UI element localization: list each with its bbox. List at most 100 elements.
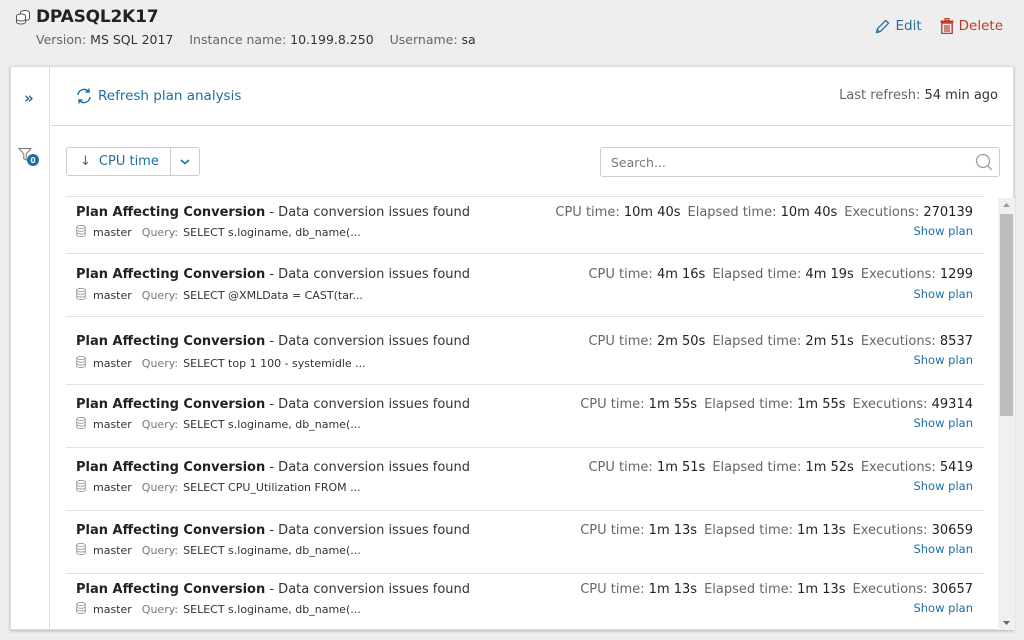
plan-title: Plan Affecting Conversion - Data convers… xyxy=(76,267,470,282)
database-name: master xyxy=(93,544,132,557)
side-rail: » 0 xyxy=(11,67,50,629)
cpu-time-value: 1m 51s xyxy=(656,460,706,475)
search-input[interactable] xyxy=(601,148,975,176)
plan-subinfo: master Query: SELECT CPU_Utilization FROM … xyxy=(76,479,361,495)
sort-dropdown-toggle[interactable] xyxy=(171,148,199,175)
plan-stats: CPU time: 10m 40s Elapsed time: 10m 40s Ex… xyxy=(555,205,973,220)
pencil-icon xyxy=(876,19,890,33)
query-text: SELECT CPU_Utilization FROM ... xyxy=(183,481,361,494)
executions-value: 270139 xyxy=(923,205,973,220)
double-chevron-right-icon[interactable]: » xyxy=(24,89,34,107)
database-icon xyxy=(76,542,86,558)
executions-label: Executions: xyxy=(852,397,928,412)
query-label: Query: xyxy=(141,481,179,494)
executions-label: Executions: xyxy=(852,523,928,538)
plan-analysis-panel: » 0 Refresh plan analysis Last refresh: … xyxy=(10,66,1015,630)
version-value: MS SQL 2017 xyxy=(90,32,174,47)
plan-list-item[interactable]: Plan Affecting Conversion - Data convers… xyxy=(66,197,984,254)
query-text: SELECT s.loginame, db_name(... xyxy=(183,544,361,557)
executions-value: 1299 xyxy=(939,267,973,282)
refresh-toolbar: Refresh plan analysis Last refresh: 54 m… xyxy=(51,67,1013,126)
plan-subinfo: master Query: SELECT s.loginame, db_name(.… xyxy=(76,601,361,617)
plan-issue-desc: - Data conversion issues found xyxy=(269,523,471,538)
edit-button[interactable]: Edit xyxy=(875,18,922,34)
instance-label: Instance name: xyxy=(189,32,287,47)
search-icon[interactable] xyxy=(975,153,993,171)
plan-title: Plan Affecting Conversion - Data convers… xyxy=(76,334,470,349)
plan-list-item[interactable]: Plan Affecting Conversion - Data convers… xyxy=(66,448,984,511)
elapsed-time-value: 10m 40s xyxy=(780,205,838,220)
show-plan-link[interactable]: Show plan xyxy=(913,542,973,556)
database-icon xyxy=(76,355,86,371)
elapsed-time-value: 1m 13s xyxy=(797,582,846,597)
elapsed-time-value: 2m 51s xyxy=(805,334,854,349)
cpu-time-label: CPU time: xyxy=(580,523,645,538)
page-header: DPASQL2K17 Version: MS SQL 2017 Instance… xyxy=(0,0,1024,66)
elapsed-time-label: Elapsed time: xyxy=(704,582,794,597)
elapsed-time-label: Elapsed time: xyxy=(704,397,794,412)
plan-subinfo: master Query: SELECT s.loginame, db_name(.… xyxy=(76,416,361,432)
show-plan-link[interactable]: Show plan xyxy=(913,353,973,367)
database-icon xyxy=(76,224,86,240)
plan-title: Plan Affecting Conversion - Data convers… xyxy=(76,397,470,412)
cpu-time-value: 4m 16s xyxy=(656,267,706,282)
cpu-time-label: CPU time: xyxy=(555,205,620,220)
scroll-down-arrow-icon[interactable] xyxy=(998,616,1015,630)
plan-issue-type: Plan Affecting Conversion xyxy=(76,205,266,220)
database-name: master xyxy=(93,357,132,370)
plan-list-item[interactable]: Plan Affecting Conversion - Data convers… xyxy=(66,254,984,317)
scroll-up-arrow-icon[interactable] xyxy=(998,198,1015,212)
database-icon xyxy=(76,601,86,617)
filter-count-badge: 0 xyxy=(27,154,39,166)
query-label: Query: xyxy=(141,289,179,302)
list-scrollbar[interactable] xyxy=(998,198,1015,630)
plan-issue-type: Plan Affecting Conversion xyxy=(76,397,266,412)
plan-title: Plan Affecting Conversion - Data convers… xyxy=(76,523,470,538)
instance-meta: Version: MS SQL 2017 Instance name: 10.1… xyxy=(36,32,476,47)
database-name: master xyxy=(93,226,132,239)
header-actions: Edit Delete xyxy=(875,18,1003,34)
database-name: master xyxy=(93,603,132,616)
plan-list-item[interactable]: Plan Affecting Conversion - Data convers… xyxy=(66,511,984,574)
filter-button[interactable]: 0 xyxy=(18,147,42,169)
database-name: master xyxy=(93,418,132,431)
plan-list-item[interactable]: Plan Affecting Conversion - Data convers… xyxy=(66,574,984,630)
cpu-time-label: CPU time: xyxy=(588,267,653,282)
show-plan-link[interactable]: Show plan xyxy=(913,287,973,301)
refresh-plan-analysis-button[interactable]: Refresh plan analysis xyxy=(75,87,241,105)
plan-subinfo: master Query: SELECT s.loginame, db_name(.… xyxy=(76,542,361,558)
show-plan-link[interactable]: Show plan xyxy=(913,601,973,615)
elapsed-time-value: 1m 13s xyxy=(797,523,846,538)
query-text: SELECT s.loginame, db_name(... xyxy=(183,226,361,239)
database-icon xyxy=(76,416,86,432)
plan-list-item[interactable]: Plan Affecting Conversion - Data convers… xyxy=(66,385,984,448)
executions-label: Executions: xyxy=(860,267,936,282)
elapsed-time-value: 1m 55s xyxy=(797,397,846,412)
show-plan-link[interactable]: Show plan xyxy=(913,479,973,493)
plan-list-item[interactable]: Plan Affecting Conversion - Data convers… xyxy=(66,317,984,385)
plan-subinfo: master Query: SELECT s.loginame, db_name(.… xyxy=(76,224,361,240)
show-plan-link[interactable]: Show plan xyxy=(913,416,973,430)
scrollbar-thumb[interactable] xyxy=(1000,214,1013,416)
executions-value: 30659 xyxy=(931,523,973,538)
instance-value: 10.199.8.250 xyxy=(290,32,374,47)
database-name: master xyxy=(93,289,132,302)
sort-control: ↓ CPU time xyxy=(66,147,200,176)
cpu-time-value: 1m 55s xyxy=(648,397,698,412)
delete-button[interactable]: Delete xyxy=(940,18,1003,34)
plan-issue-type: Plan Affecting Conversion xyxy=(76,267,266,282)
executions-value: 8537 xyxy=(939,334,973,349)
sort-button[interactable]: ↓ CPU time xyxy=(67,148,171,175)
plan-issue-desc: - Data conversion issues found xyxy=(269,334,471,349)
show-plan-link[interactable]: Show plan xyxy=(913,224,973,238)
search-box xyxy=(600,147,1000,177)
cpu-time-value: 1m 13s xyxy=(648,523,698,538)
cpu-time-label: CPU time: xyxy=(588,460,653,475)
plan-stats: CPU time: 1m 13s Elapsed time: 1m 13s Exec… xyxy=(580,582,973,597)
last-refresh-label: Last refresh: xyxy=(839,88,921,103)
elapsed-time-label: Elapsed time: xyxy=(712,334,802,349)
trash-icon xyxy=(940,18,954,34)
username-value: sa xyxy=(461,32,476,47)
executions-label: Executions: xyxy=(852,582,928,597)
elapsed-time-label: Elapsed time: xyxy=(704,523,794,538)
